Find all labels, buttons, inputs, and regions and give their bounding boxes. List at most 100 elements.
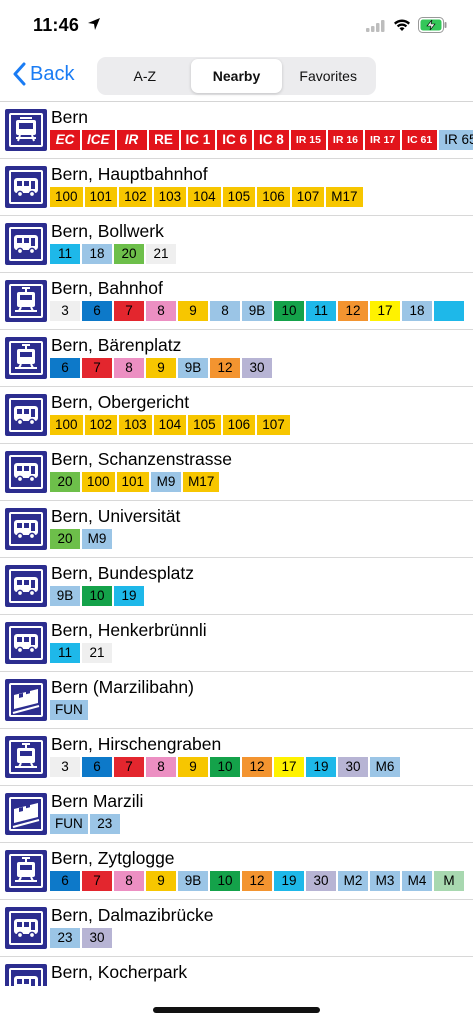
cellular-signal-icon: [366, 20, 385, 32]
line-badge: 10: [210, 757, 240, 777]
line-badges: FUN: [50, 700, 90, 720]
line-badge: 21: [82, 643, 112, 663]
line-badge: 9: [146, 358, 176, 378]
line-badge: RE: [148, 130, 179, 150]
line-badge: 100: [50, 187, 83, 207]
stop-name: Bern Marzili: [51, 791, 144, 811]
line-badge: 103: [153, 187, 187, 207]
line-badges: 100 101 102 103 104 105 106 107 M17: [50, 187, 365, 207]
bus-icon: [5, 394, 47, 436]
line-badge: IR: [116, 130, 147, 150]
line-badges: 100 102 103 104 105 106 107: [50, 415, 292, 435]
line-badge: 106: [257, 187, 290, 207]
line-badge: 6: [50, 358, 80, 378]
stop-name: Bern, Henkerbrünnli: [51, 620, 207, 640]
line-badges: EC ICE IR RE IC 1 IC 6 IC 8 IR 15 IR 16 IR 17 IC 6…: [50, 130, 473, 150]
stop-list[interactable]: Bern EC ICE IR RE IC 1 IC 6 IC 8 IR 15 IR 16 IR 17…: [0, 101, 473, 986]
line-badge: 102: [119, 187, 152, 207]
line-badges: 6 7 8 9 9B 12 30: [50, 358, 274, 378]
bus-icon: [5, 508, 47, 550]
stop-row[interactable]: Bern, Zytglogge 6 7 8 9 9B 10 12 19 30 M2 M3 M4 M: [0, 843, 473, 900]
line-badge: [434, 301, 464, 321]
stop-name: Bern, Universität: [51, 506, 181, 526]
stop-row[interactable]: Bern, Henkerbrünnli 11 21: [0, 615, 473, 672]
tram-icon: [5, 337, 47, 379]
stop-name: Bern, Schanzenstrasse: [51, 449, 232, 469]
bus-icon: [5, 451, 47, 493]
stop-row[interactable]: Bern, Bärenplatz 6 7 8 9 9B 12 30: [0, 330, 473, 387]
line-badge: 17: [370, 301, 400, 321]
line-badge: M17: [326, 187, 363, 207]
wifi-icon: [394, 19, 410, 31]
line-badge: 100: [82, 472, 115, 492]
line-badge: 11: [50, 643, 80, 663]
line-badge: 7: [114, 757, 144, 777]
line-badge: 19: [306, 757, 336, 777]
line-badge: 3: [50, 757, 80, 777]
line-badge: 19: [114, 586, 144, 606]
stop-row[interactable]: Bern, Dalmazibrücke 23 30: [0, 900, 473, 957]
line-badges: 6 7 8 9 9B 10 12 19 30 M2 M3 M4 M: [50, 871, 466, 891]
line-badge: 106: [222, 415, 256, 435]
stop-name: Bern, Zytglogge: [51, 848, 175, 868]
stop-row[interactable]: Bern, Hirschengraben 3 6 7 8 9 10 12 17 19 30 M6: [0, 729, 473, 786]
line-badge: 23: [89, 814, 120, 834]
stop-name: Bern, Dalmazibrücke: [51, 905, 214, 925]
line-badge: 9B: [242, 301, 272, 321]
line-badge: 9B: [178, 358, 208, 378]
stop-row[interactable]: Bern, Universität 20 M9: [0, 501, 473, 558]
line-badge: 21: [146, 244, 176, 264]
stop-row[interactable]: Bern, Bundesplatz 9B 10 19: [0, 558, 473, 615]
line-badges: 9B 10 19: [50, 586, 146, 606]
stop-row[interactable]: Bern, Bahnhof 3 6 7 8 9 8 9B 10 11 12 17 18: [0, 273, 473, 330]
bus-icon: [5, 622, 47, 664]
line-badges: 20 100 101 M9 M17: [50, 472, 221, 492]
tram-icon: [5, 850, 47, 892]
line-badge: 105: [188, 415, 221, 435]
line-badges: FUN 23: [50, 814, 122, 834]
line-badges: 20 M9: [50, 529, 114, 549]
line-badge: 18: [402, 301, 432, 321]
funicular-icon: [5, 793, 47, 835]
line-badge: 100: [50, 415, 83, 435]
stop-row[interactable]: Bern Marzili FUN 23: [0, 786, 473, 843]
tab-nearby[interactable]: Nearby: [190, 59, 283, 93]
line-badge: ICE: [82, 130, 115, 150]
line-badge: IR 17: [365, 130, 401, 150]
stop-row[interactable]: Bern (Marzilibahn) FUN: [0, 672, 473, 729]
line-badge: 101: [84, 187, 118, 207]
line-badge: 107: [257, 415, 290, 435]
line-badge: 18: [82, 244, 112, 264]
line-badge: 8: [146, 757, 176, 777]
back-button[interactable]: Back: [12, 62, 74, 86]
battery-charging-icon: [418, 17, 447, 33]
line-badge: 12: [242, 871, 272, 891]
bus-icon: [5, 166, 47, 208]
stop-row[interactable]: Bern, Schanzenstrasse 20 100 101 M9 M17: [0, 444, 473, 501]
stop-name: Bern, Bundesplatz: [51, 563, 195, 583]
line-badge: 20: [50, 472, 80, 492]
stop-name: Bern, Kocherpark: [51, 962, 188, 982]
line-badges: 3 6 7 8 9 10 12 17 19 30 M6: [50, 757, 402, 777]
line-badge: 30: [242, 358, 272, 378]
line-badge: 7: [82, 358, 112, 378]
stop-name: Bern, Hirschengraben: [51, 734, 222, 754]
line-badge: 107: [291, 187, 325, 207]
line-badge: 9: [178, 301, 208, 321]
line-badge: IR 65: [439, 130, 473, 150]
home-indicator[interactable]: [153, 1007, 320, 1013]
line-badge: 3: [50, 301, 80, 321]
stop-row[interactable]: Bern, Obergericht 100 102 103 104 105 106 107: [0, 387, 473, 444]
line-badge: 23: [50, 928, 80, 948]
funicular-icon: [5, 679, 47, 721]
status-time: 11:46: [33, 15, 80, 35]
tab-a-z[interactable]: A-Z: [99, 59, 191, 93]
stop-row[interactable]: Bern, Kocherpark: [0, 957, 473, 986]
stop-row[interactable]: Bern EC ICE IR RE IC 1 IC 6 IC 8 IR 15 IR 16 IR 17…: [0, 102, 473, 159]
stop-row[interactable]: Bern, Hauptbahnhof 100 101 102 103 104 105 106 1…: [0, 159, 473, 216]
stop-row[interactable]: Bern, Bollwerk 11 18 20 21: [0, 216, 473, 273]
line-badge: 6: [50, 871, 80, 891]
line-badge: 8: [114, 871, 144, 891]
tab-favorites[interactable]: Favorites: [282, 59, 374, 93]
line-badge: 20: [50, 529, 80, 549]
